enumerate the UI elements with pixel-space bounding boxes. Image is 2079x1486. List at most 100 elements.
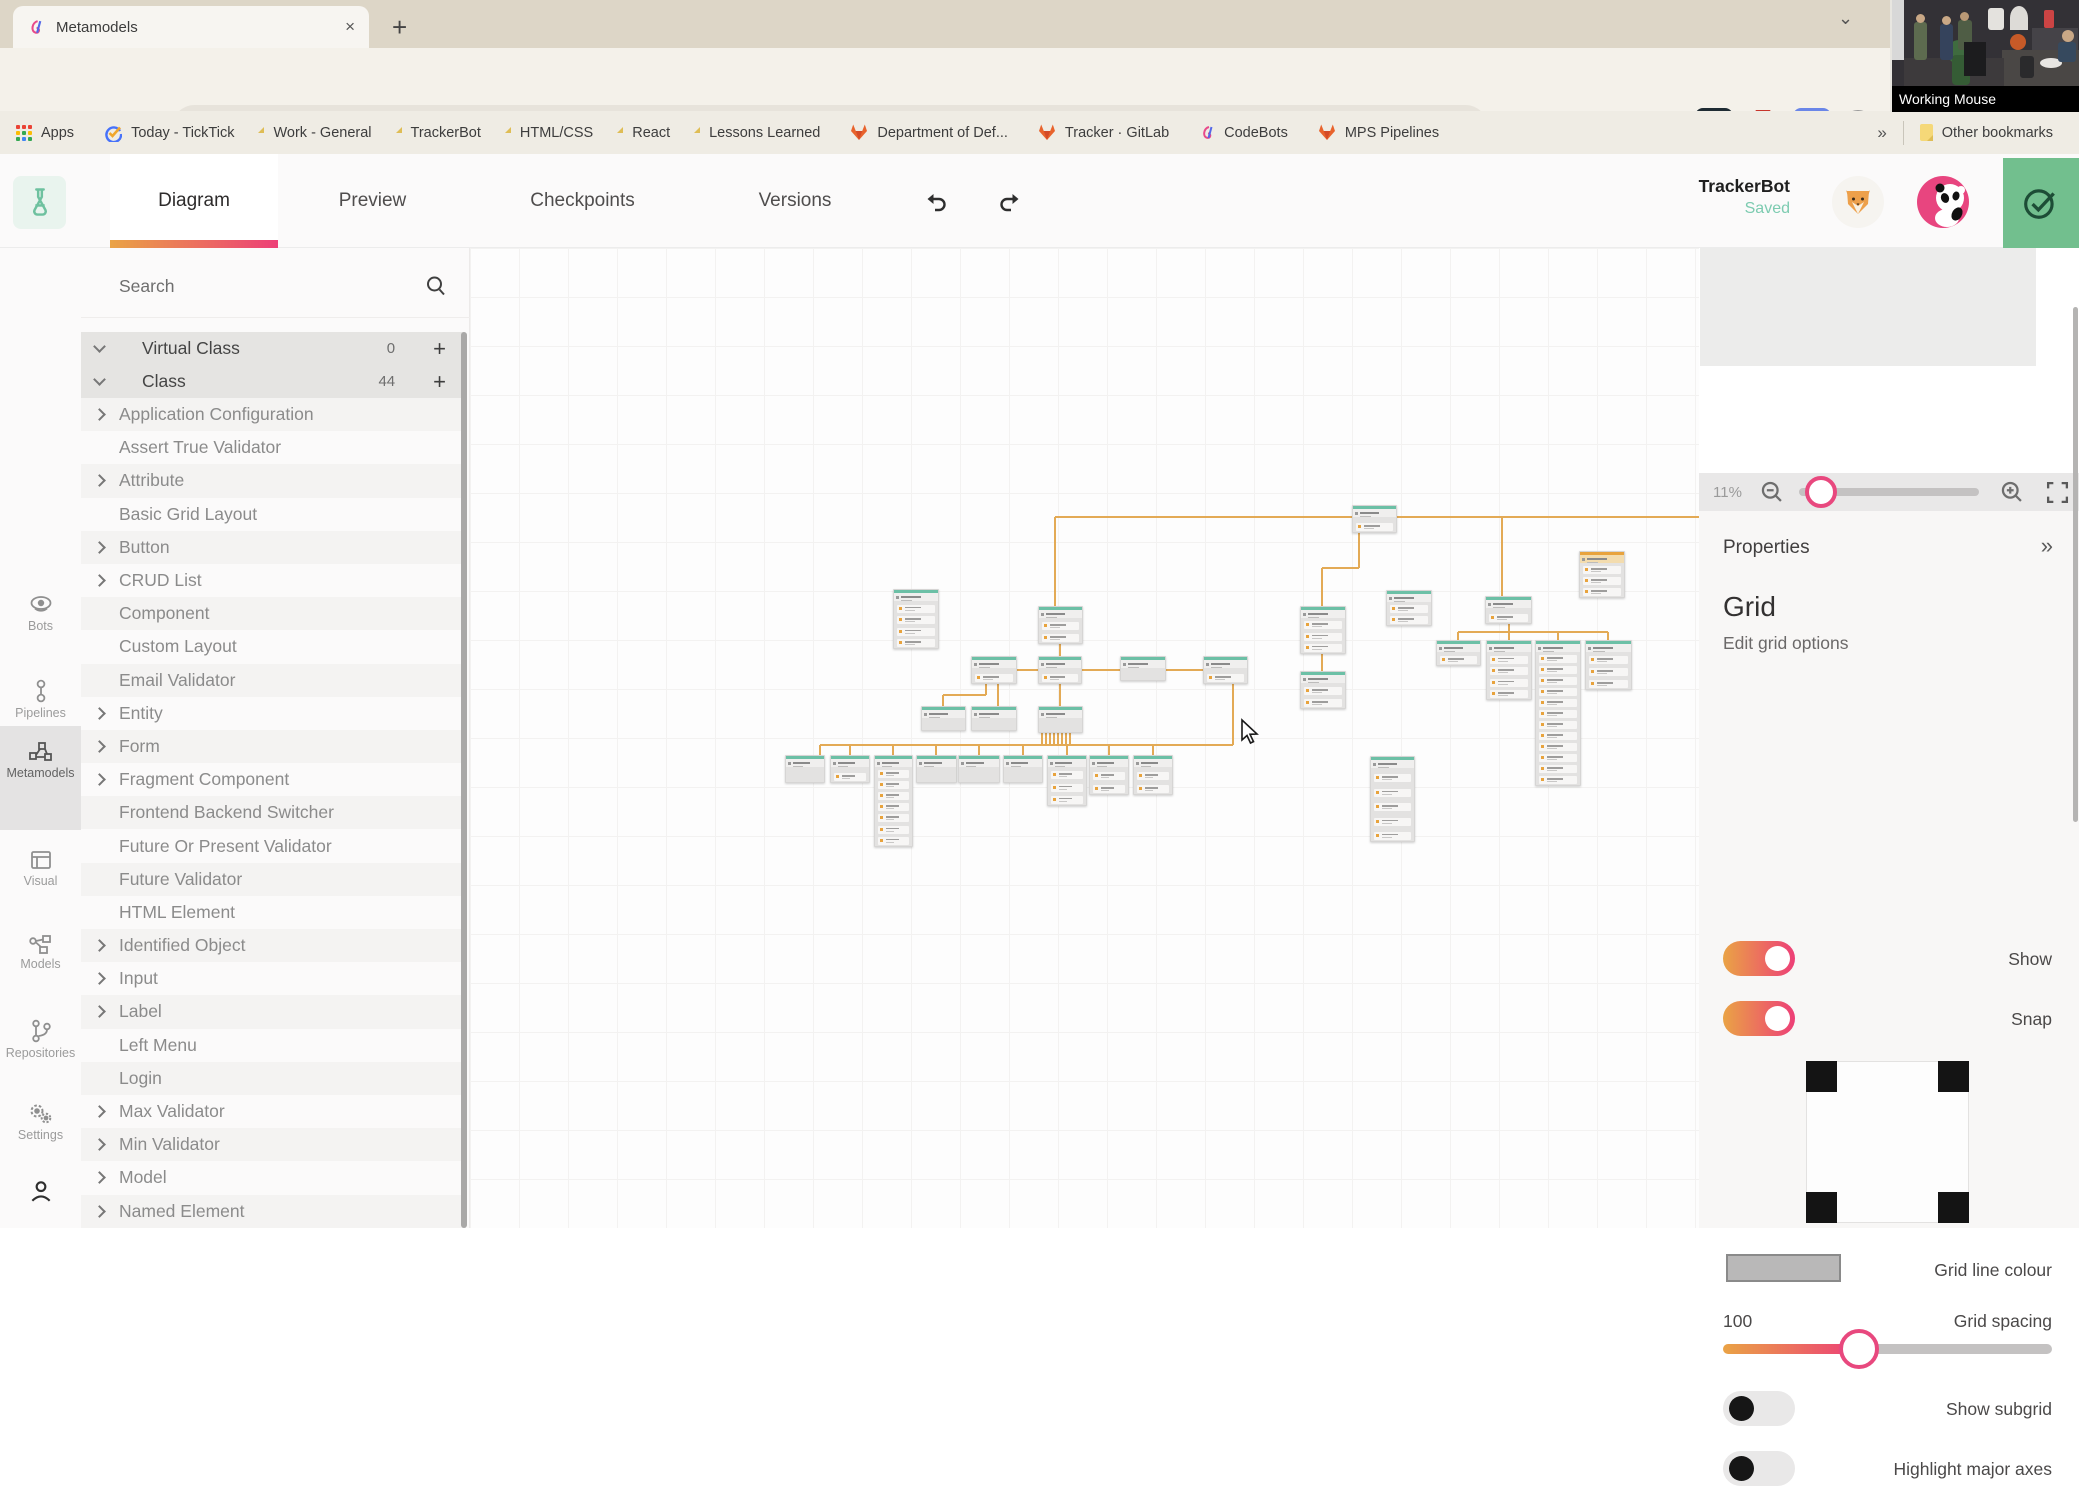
tab-versions[interactable]: Versions xyxy=(715,154,875,248)
diagram-node[interactable] xyxy=(1003,755,1043,783)
bot-avatar[interactable] xyxy=(1832,176,1884,228)
palette-item-basic-grid-layout[interactable]: Basic Grid Layout xyxy=(81,498,464,531)
undo-button[interactable] xyxy=(922,188,950,216)
diagram-node[interactable] xyxy=(1300,671,1346,709)
chevron-right-icon[interactable] xyxy=(93,1204,106,1218)
add-button[interactable]: + xyxy=(433,336,446,362)
zoom-slider-thumb[interactable] xyxy=(1805,476,1837,508)
fullscreen-icon[interactable] xyxy=(2045,480,2070,505)
panel-collapse-icon[interactable]: » xyxy=(2041,533,2053,559)
diagram-canvas[interactable] xyxy=(470,248,1699,1228)
palette-item-custom-layout[interactable]: Custom Layout xyxy=(81,630,464,663)
tab-diagram[interactable]: Diagram xyxy=(110,154,278,248)
chevron-right-icon[interactable] xyxy=(93,740,106,753)
grid-line-colour-swatch[interactable] xyxy=(1726,1254,1841,1282)
bookmarks-overflow-icon[interactable]: » xyxy=(1877,123,1886,143)
chevron-right-icon[interactable] xyxy=(93,706,106,720)
diagram-node[interactable] xyxy=(921,706,966,731)
diagram-node[interactable] xyxy=(1047,755,1087,806)
palette-item-fragment-component[interactable]: Fragment Component xyxy=(81,763,464,796)
bookmark-apps[interactable]: Apps xyxy=(16,124,74,141)
user-avatar[interactable] xyxy=(1917,176,1969,228)
grid-spacing-slider-thumb[interactable] xyxy=(1839,1329,1879,1369)
chevron-right-icon[interactable] xyxy=(93,1105,106,1118)
add-button[interactable]: + xyxy=(433,369,446,395)
bookmark-trackerbot[interactable]: TrackerBot xyxy=(402,125,481,141)
diagram-node[interactable] xyxy=(916,755,957,783)
bookmark-html-css[interactable]: HTML/CSS xyxy=(511,125,593,141)
show-subgrid-toggle[interactable] xyxy=(1723,1391,1795,1426)
bookmark-department-of-def-[interactable]: Department of Def... xyxy=(850,124,1008,141)
palette-item-html-element[interactable]: HTML Element xyxy=(81,896,464,929)
chevron-right-icon[interactable] xyxy=(93,574,106,587)
search-icon[interactable] xyxy=(424,274,448,298)
zoom-out-icon[interactable] xyxy=(1759,479,1786,506)
diagram-node[interactable] xyxy=(1485,596,1532,624)
zoom-in-icon[interactable] xyxy=(1999,479,2026,506)
chevron-right-icon[interactable] xyxy=(93,474,106,488)
diagram-node[interactable] xyxy=(971,706,1017,731)
highlight-major-axes-toggle[interactable] xyxy=(1723,1451,1795,1486)
tab-preview[interactable]: Preview xyxy=(300,154,445,248)
palette-item-crud-list[interactable]: CRUD List xyxy=(81,564,464,597)
snap-grid-toggle[interactable] xyxy=(1723,1001,1795,1036)
palette-group-virtual-class[interactable]: Virtual Class 0 + xyxy=(81,332,464,365)
palette-item-input[interactable]: Input xyxy=(81,962,464,995)
chevron-right-icon[interactable] xyxy=(93,1005,106,1019)
diagram-node[interactable] xyxy=(1386,590,1432,626)
browser-tab[interactable]: Metamodels × xyxy=(13,6,369,48)
tab-close-icon[interactable]: × xyxy=(345,17,355,37)
diagram-node[interactable] xyxy=(874,755,913,847)
grid-spacing-slider-track[interactable] xyxy=(1723,1344,2052,1354)
sidebar-item-repositories[interactable]: Repositories xyxy=(0,1018,81,1060)
bookmark-mps-pipelines[interactable]: MPS Pipelines xyxy=(1318,124,1439,141)
diagram-node[interactable] xyxy=(1038,606,1083,644)
bookmark-codebots[interactable]: CodeBots xyxy=(1199,125,1288,141)
diagram-node[interactable] xyxy=(1370,756,1415,842)
palette-item-future-or-present-validator[interactable]: Future Or Present Validator xyxy=(81,829,464,862)
bookmark-today-ticktick[interactable]: Today - TickTick xyxy=(104,124,234,142)
chevron-right-icon[interactable] xyxy=(93,773,106,787)
diagram-node[interactable] xyxy=(1133,755,1173,795)
saved-check-button[interactable] xyxy=(2003,158,2079,248)
palette-item-attribute[interactable]: Attribute xyxy=(81,464,464,498)
palette-item-left-menu[interactable]: Left Menu xyxy=(81,1029,464,1062)
palette-item-entity[interactable]: Entity xyxy=(81,697,464,730)
tab-checkpoints[interactable]: Checkpoints xyxy=(500,154,665,248)
diagram-node[interactable] xyxy=(1300,606,1346,654)
diagram-node[interactable] xyxy=(893,589,939,649)
palette-item-model[interactable]: Model xyxy=(81,1161,464,1194)
profile-button[interactable] xyxy=(0,1178,81,1204)
palette-item-max-validator[interactable]: Max Validator xyxy=(81,1095,464,1128)
chevron-right-icon[interactable] xyxy=(93,1171,106,1185)
palette-item-login[interactable]: Login xyxy=(81,1061,464,1095)
sidebar-item-visual[interactable]: Visual xyxy=(0,848,81,888)
palette-item-identified-object[interactable]: Identified Object xyxy=(81,929,464,963)
chevron-down-icon[interactable] xyxy=(93,340,106,353)
chevron-down-icon[interactable] xyxy=(93,373,106,386)
diagram-node[interactable] xyxy=(1535,640,1581,786)
bookmark-react[interactable]: React xyxy=(623,125,670,141)
diagram-node[interactable] xyxy=(1089,755,1129,795)
diagram-node[interactable] xyxy=(830,755,870,783)
bookmark-work-general[interactable]: Work - General xyxy=(264,125,371,141)
palette-item-component[interactable]: Component xyxy=(81,597,464,631)
sidebar-item-metamodels[interactable]: Metamodels xyxy=(0,726,81,830)
palette-item-frontend-backend-switcher[interactable]: Frontend Backend Switcher xyxy=(81,796,464,830)
chrome-menu-chevron-icon[interactable]: ⌄ xyxy=(1838,8,1853,29)
diagram-node[interactable] xyxy=(1352,505,1397,533)
diagram-node[interactable] xyxy=(958,755,1000,783)
chevron-right-icon[interactable] xyxy=(93,1138,106,1152)
diagram-node[interactable] xyxy=(1579,551,1625,598)
diagram-node[interactable] xyxy=(1038,656,1082,684)
properties-scrollbar[interactable] xyxy=(2073,307,2078,822)
palette-item-button[interactable]: Button xyxy=(81,530,464,564)
diagram-node[interactable] xyxy=(1486,640,1532,700)
chevron-right-icon[interactable] xyxy=(93,408,106,421)
sidebar-item-settings[interactable]: Settings xyxy=(0,1102,81,1142)
other-bookmarks-button[interactable]: Other bookmarks xyxy=(1919,124,2053,141)
palette-item-assert-true-validator[interactable]: Assert True Validator xyxy=(81,431,464,464)
palette-item-form[interactable]: Form xyxy=(81,729,464,764)
palette-item-min-validator[interactable]: Min Validator xyxy=(81,1128,464,1162)
palette-group-class[interactable]: Class 44 + xyxy=(81,365,464,398)
